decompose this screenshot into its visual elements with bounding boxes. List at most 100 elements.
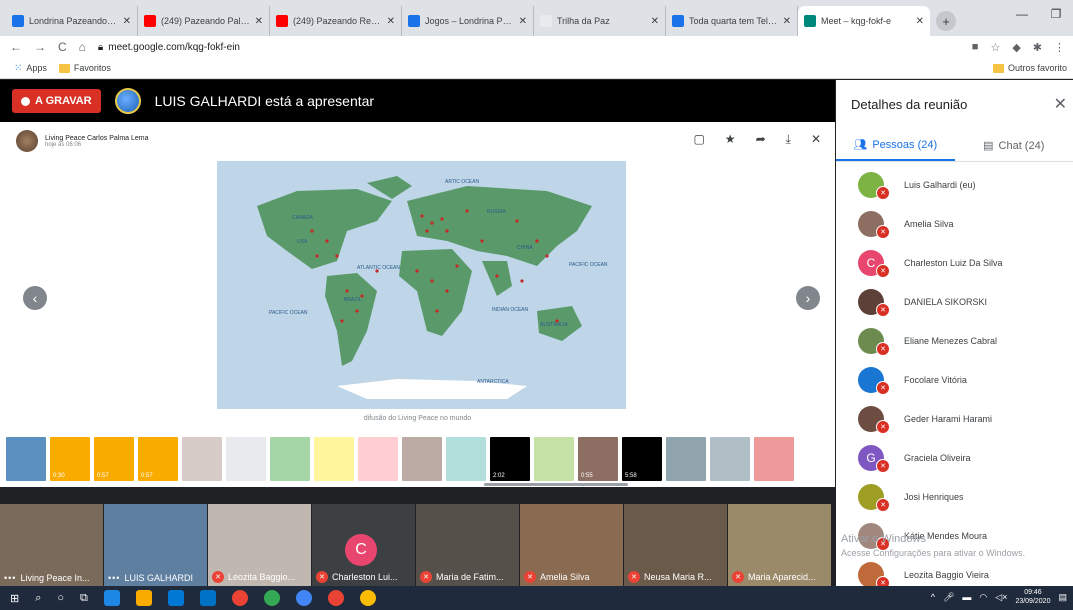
chevron-up-icon[interactable]: ^ xyxy=(931,592,935,602)
bookmark-apps[interactable]: ⁙ Apps xyxy=(14,63,47,74)
slide-thumbnail[interactable] xyxy=(270,437,310,481)
participant-video-tile[interactable]: ✕ Leozita Baggio... xyxy=(208,504,311,586)
task-view-icon[interactable]: ⧉ xyxy=(80,592,88,605)
participant-video-tile[interactable]: ✕ Amelia Silva xyxy=(520,504,623,586)
participant-video-tile[interactable]: C ✕ Charleston Lui... xyxy=(312,504,415,586)
camera-icon[interactable]: ■ xyxy=(972,41,979,53)
slide-thumbnail[interactable]: 0:57 xyxy=(138,437,178,481)
star-icon[interactable]: ★ xyxy=(725,132,736,147)
minimize-icon[interactable]: — xyxy=(1005,0,1039,28)
network-icon[interactable]: ◠ xyxy=(979,592,987,603)
browser-tab[interactable]: Meet – kqg-fokf-e ✕ xyxy=(798,6,930,36)
store-icon[interactable] xyxy=(167,590,184,606)
people-list-item[interactable]: ✕ DANIELA SIKORSKI xyxy=(836,282,1073,321)
slide-thumbnail[interactable] xyxy=(402,437,442,481)
mic-tray-icon[interactable]: 🎤︎ xyxy=(943,592,954,603)
cortana-icon[interactable]: ○ xyxy=(57,592,64,604)
thumbnail-scrollbar[interactable] xyxy=(484,483,628,486)
slide-thumbnail[interactable] xyxy=(666,437,706,481)
menu-icon[interactable]: ⋮ xyxy=(1054,41,1065,54)
window-controls: — ❐ xyxy=(1005,0,1073,28)
people-list-item[interactable]: ✕ Focolare Vitória xyxy=(836,360,1073,399)
participant-video-tile[interactable]: ✕ Maria Aparecid... xyxy=(728,504,831,586)
maximize-icon[interactable]: ❐ xyxy=(1039,0,1073,28)
participant-video-tile[interactable]: ✕ Maria de Fatim... xyxy=(416,504,519,586)
star-icon[interactable]: ☆ xyxy=(990,41,1000,54)
people-list-item[interactable]: C ✕ Charleston Luiz Da Silva xyxy=(836,243,1073,282)
participant-video-tile[interactable]: ••• LUIS GALHARDI xyxy=(104,504,207,586)
people-list-item[interactable]: ✕ Josi Henriques xyxy=(836,477,1073,516)
share-icon[interactable]: ➦ xyxy=(756,132,766,147)
forward-icon[interactable]: → xyxy=(34,40,46,54)
slide-thumbnail[interactable] xyxy=(182,437,222,481)
participant-video-tile[interactable]: ••• Living Peace In... xyxy=(0,504,103,586)
chrome-icon[interactable] xyxy=(359,590,376,606)
close-icon[interactable]: ✕ xyxy=(811,132,821,147)
url-field[interactable]: 🔒︎ meet.google.com/kqg-fokf-ein xyxy=(98,42,240,53)
notification-icon[interactable]: ▤ xyxy=(1058,592,1067,603)
tab-favicon-icon xyxy=(804,15,816,27)
reload-icon[interactable]: C xyxy=(58,40,67,54)
close-panel-icon[interactable]: ✕ xyxy=(1054,94,1067,114)
download-icon[interactable]: ⤓ xyxy=(786,132,791,147)
chrome-icon[interactable] xyxy=(263,590,280,606)
slide-thumbnail[interactable] xyxy=(314,437,354,481)
close-tab-icon[interactable]: ✕ xyxy=(387,16,395,27)
close-tab-icon[interactable]: ✕ xyxy=(783,16,791,27)
slide-thumbnail[interactable] xyxy=(710,437,750,481)
battery-icon[interactable]: ▬ xyxy=(962,592,971,602)
slide-thumbnail[interactable]: 2:02 xyxy=(490,437,530,481)
people-list-item[interactable]: G ✕ Graciela Oliveira xyxy=(836,438,1073,477)
edge-icon[interactable] xyxy=(103,590,120,606)
puzzle-icon[interactable]: ✱ xyxy=(1033,41,1042,54)
browser-tab[interactable]: (249) Pazeando Report ✕ xyxy=(270,6,402,36)
chrome-icon[interactable] xyxy=(327,590,344,606)
people-list-item[interactable]: ✕ Geder Harami Harami xyxy=(836,399,1073,438)
close-tab-icon[interactable]: ✕ xyxy=(916,16,924,27)
recording-badge[interactable]: A GRAVAR xyxy=(12,89,101,113)
participant-video-tile[interactable]: ✕ Neusa Maria R... xyxy=(624,504,727,586)
browser-tab[interactable]: Londrina Pazeando – E ✕ xyxy=(6,6,138,36)
close-tab-icon[interactable]: ✕ xyxy=(519,16,527,27)
people-list-item[interactable]: ✕ Amelia Silva xyxy=(836,204,1073,243)
browser-tab[interactable]: Jogos – Londrina Pazea ✕ xyxy=(402,6,534,36)
next-slide-button[interactable]: › xyxy=(796,286,820,310)
people-list-item[interactable]: ✕ Eliane Menezes Cabral xyxy=(836,321,1073,360)
slide-thumbnail[interactable] xyxy=(6,437,46,481)
browser-tab[interactable]: Trilha da Paz ✕ xyxy=(534,6,666,36)
home-icon[interactable]: ⌂ xyxy=(79,40,86,54)
browser-tab[interactable]: (249) Pazeando Palestr ✕ xyxy=(138,6,270,36)
close-tab-icon[interactable]: ✕ xyxy=(651,16,659,27)
browser-tab[interactable]: Toda quarta tem Telecc ✕ xyxy=(666,6,798,36)
slide-thumbnail[interactable]: 0:55 xyxy=(578,437,618,481)
tab-people[interactable]: 👥︎ Pessoas (24) xyxy=(836,130,955,161)
system-tray: ^ 🎤︎ ▬ ◠ ◁× 09:46 23/09/2020 ▤ xyxy=(931,588,1067,606)
new-tab-button[interactable]: + xyxy=(936,11,956,31)
slide-thumbnail[interactable]: 0:30 xyxy=(50,437,90,481)
close-tab-icon[interactable]: ✕ xyxy=(255,16,263,27)
search-icon[interactable]: ⌕ xyxy=(35,592,41,605)
file-explorer-icon[interactable] xyxy=(135,590,152,606)
slide-thumbnail[interactable]: 0:57 xyxy=(94,437,134,481)
slide-thumbnail[interactable] xyxy=(358,437,398,481)
slide-thumbnail[interactable]: 5:58 xyxy=(622,437,662,481)
slide-thumbnail[interactable] xyxy=(534,437,574,481)
bookmark-outros[interactable]: Outros favorito xyxy=(992,63,1067,73)
mail-icon[interactable] xyxy=(199,590,216,606)
people-list-item[interactable]: ✕ Luis Galhardi (eu) xyxy=(836,165,1073,204)
slide-thumbnail[interactable] xyxy=(446,437,486,481)
bookmark-favoritos[interactable]: Favoritos xyxy=(58,63,111,73)
previous-slide-button[interactable]: ‹ xyxy=(23,286,47,310)
chrome-icon[interactable] xyxy=(295,590,312,606)
slide-thumbnail[interactable] xyxy=(226,437,266,481)
tab-chat[interactable]: ▤ Chat (24) xyxy=(955,130,1073,161)
comment-icon[interactable]: ▢ xyxy=(693,132,704,147)
chrome-icon[interactable] xyxy=(231,590,248,606)
close-tab-icon[interactable]: ✕ xyxy=(123,16,131,27)
clock[interactable]: 09:46 23/09/2020 xyxy=(1015,588,1050,606)
back-icon[interactable]: ← xyxy=(10,40,22,54)
extension-icon[interactable]: ◆ xyxy=(1012,41,1020,54)
volume-icon[interactable]: ◁× xyxy=(995,592,1007,603)
windows-start-icon[interactable]: ⊞ xyxy=(10,592,19,605)
slide-thumbnail[interactable] xyxy=(754,437,794,481)
